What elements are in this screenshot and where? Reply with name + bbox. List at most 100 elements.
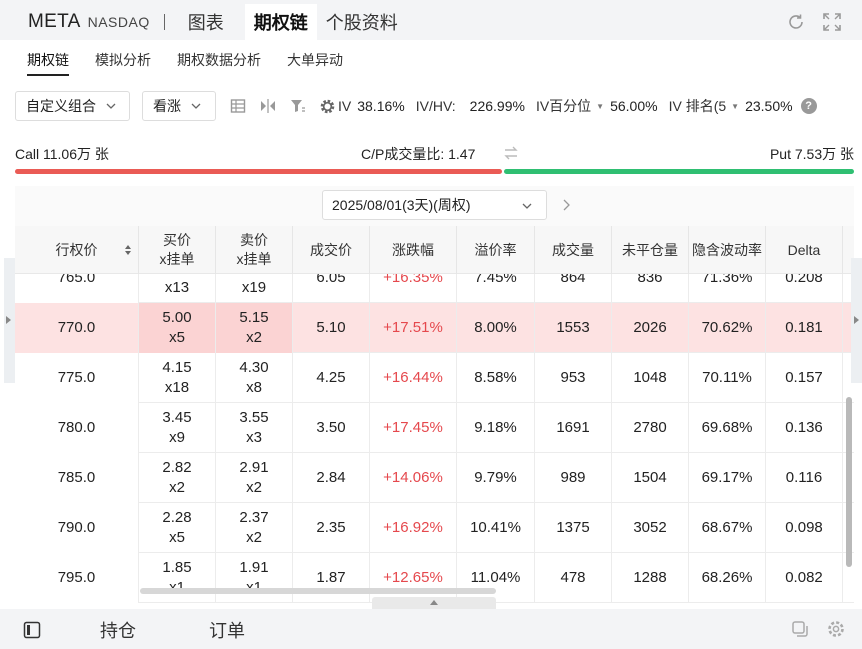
header-strike[interactable]: 行权价 [15, 226, 139, 274]
cell-ask[interactable]: 4.30 x8 [216, 353, 293, 403]
put-volume-bar [504, 169, 854, 174]
expiry-select[interactable]: 2025/08/01(3天)(周权) [322, 190, 547, 220]
tab-chart[interactable]: 图表 [179, 4, 233, 40]
cell-open-interest: 1504 [612, 453, 689, 503]
left-collapse-handle[interactable] [4, 258, 15, 383]
settings-icon[interactable] [826, 619, 846, 639]
header-bid: 买价 x挂单 [139, 226, 216, 274]
swap-icon[interactable] [503, 146, 519, 160]
cell-last: 5.10 [293, 303, 370, 353]
gear-icon[interactable] [319, 98, 336, 115]
table-row[interactable]: 790.0 2.28 x5 2.37 x2 2.35 +16.92% 10.41% 1375 30… [15, 503, 854, 553]
call-put-ratio: Call 11.06万 张 C/P成交量比: 1.47 Put 7.53万 张 [0, 144, 862, 164]
cell-open-interest: 2026 [612, 303, 689, 353]
cell-bid[interactable]: 4.15 x18 [139, 353, 216, 403]
direction-select[interactable]: 看涨 [142, 91, 216, 121]
cell-bid[interactable]: 3.45 x9 [139, 403, 216, 453]
cell-change: +16.44% [370, 353, 457, 403]
cell-implied-volatility: 71.36% [689, 274, 766, 303]
right-collapse-handle[interactable] [851, 258, 862, 383]
table-row[interactable]: 765.06.00x136.20x196.05+16.35%7.45%86483… [15, 274, 854, 303]
chevron-down-icon [191, 103, 201, 109]
subtab-option-chain[interactable]: 期权链 [27, 50, 69, 76]
fullscreen-icon[interactable] [822, 12, 842, 32]
cell-ask[interactable]: 2.37 x2 [216, 503, 293, 553]
option-chain-panel: 期权链 模拟分析 期权数据分析 大单异动 自定义组合 看涨 IV 38.16% … [0, 40, 862, 609]
sort-icon[interactable] [124, 244, 132, 256]
cell-strike: 770.0 [15, 303, 139, 353]
cell-ask[interactable]: 3.55 x3 [216, 403, 293, 453]
tab-positions[interactable]: 持仓 [100, 617, 136, 643]
table-row[interactable]: 780.0 3.45 x9 3.55 x3 3.50 +17.45% 9.18% 1691 278… [15, 403, 854, 453]
cell-strike: 775.0 [15, 353, 139, 403]
cell-change: +12.65% [370, 553, 457, 603]
horizontal-scrollbar[interactable] [140, 588, 496, 594]
cell-ask[interactable]: 5.15 x2 [216, 303, 293, 353]
cell-last: 3.50 [293, 403, 370, 453]
cell-bid[interactable]: 6.00x13 [139, 274, 216, 303]
tab-stock-profile[interactable]: 个股资料 [317, 4, 407, 40]
cell-bid[interactable]: 5.00 x5 [139, 303, 216, 353]
iv-rank-label[interactable]: IV 排名(5 [669, 96, 727, 116]
subtab-simulation[interactable]: 模拟分析 [95, 50, 151, 70]
collapse-handle[interactable] [372, 597, 496, 609]
table-row[interactable]: 770.0 5.00 x5 5.15 x2 5.10 +17.51% 8.00% 1553 202… [15, 303, 854, 353]
table-row[interactable]: 795.01.85x11.91x11.87+12.65%11.04%478128… [15, 553, 854, 603]
cell-premium: 8.58% [457, 353, 535, 403]
tab-orders[interactable]: 订单 [209, 617, 245, 643]
cell-premium: 8.00% [457, 303, 535, 353]
chevron-right-icon[interactable] [561, 198, 571, 212]
cell-last: 2.84 [293, 453, 370, 503]
caret-right-icon [854, 316, 859, 324]
cell-implied-volatility: 69.68% [689, 403, 766, 453]
cell-strike: 765.0 [15, 274, 139, 303]
iv-label: IV [338, 98, 352, 114]
subtab-block-trades[interactable]: 大单异动 [287, 50, 343, 70]
cell-last: 6.05 [293, 274, 370, 303]
caret-down-icon[interactable]: ▼ [731, 102, 739, 111]
bottom-actions [790, 619, 846, 639]
cell-implied-volatility: 70.11% [689, 353, 766, 403]
cell-delta: 0.098 [766, 503, 843, 553]
strategy-select[interactable]: 自定义组合 [15, 91, 130, 121]
cell-bid[interactable]: 1.85x1 [139, 553, 216, 603]
filter-icon[interactable] [290, 98, 306, 114]
chevron-down-icon [106, 103, 116, 109]
table-row[interactable]: 785.0 2.82 x2 2.91 x2 2.84 +14.06% 9.79% 989 1504… [15, 453, 854, 503]
iv-value: 38.16% [357, 98, 405, 114]
cell-delta: 0.208 [766, 274, 843, 303]
cell-bid[interactable]: 2.82 x2 [139, 453, 216, 503]
vertical-scrollbar[interactable] [846, 397, 852, 567]
tab-option-chain[interactable]: 期权链 [244, 4, 317, 40]
cell-ask[interactable]: 6.20x19 [216, 274, 293, 303]
cell-premium: 9.79% [457, 453, 535, 503]
cell-volume: 1691 [535, 403, 612, 453]
cell-bid[interactable]: 2.28 x5 [139, 503, 216, 553]
cell-strike: 780.0 [15, 403, 139, 453]
cell-volume: 1553 [535, 303, 612, 353]
caret-up-icon [430, 600, 438, 605]
cell-delta: 0.181 [766, 303, 843, 353]
bottom-bar: 持仓 订单 [0, 610, 862, 649]
cell-strike: 790.0 [15, 503, 139, 553]
cell-ask[interactable]: 1.91x1 [216, 553, 293, 603]
sidebar-toggle-icon[interactable] [23, 621, 41, 639]
refresh-icon[interactable] [786, 12, 806, 32]
cell-last: 2.35 [293, 503, 370, 553]
sub-tabs: 期权链 模拟分析 期权数据分析 大单异动 [0, 40, 862, 82]
subtab-option-data-analysis[interactable]: 期权数据分析 [177, 50, 261, 70]
cell-open-interest: 3052 [612, 503, 689, 553]
table-row[interactable]: 775.0 4.15 x18 4.30 x8 4.25 +16.44% 8.58% 953 104… [15, 353, 854, 403]
option-rows: 765.06.00x136.20x196.05+16.35%7.45%86483… [15, 274, 854, 609]
ticker-symbol: META [28, 11, 81, 32]
help-icon[interactable]: ? [800, 98, 817, 114]
copy-window-icon[interactable] [790, 619, 810, 639]
header-implied-volatility: 隐含波动率 [689, 226, 766, 274]
table-view-icon[interactable] [230, 98, 246, 114]
iv-percentile-value: 56.00% [610, 98, 658, 114]
caret-down-icon[interactable]: ▼ [596, 102, 604, 111]
cell-ask[interactable]: 2.91 x2 [216, 453, 293, 503]
iv-percentile-label[interactable]: IV百分位 [536, 96, 591, 116]
compare-icon[interactable] [260, 98, 276, 114]
call-volume: Call 11.06万 张 [15, 146, 109, 162]
